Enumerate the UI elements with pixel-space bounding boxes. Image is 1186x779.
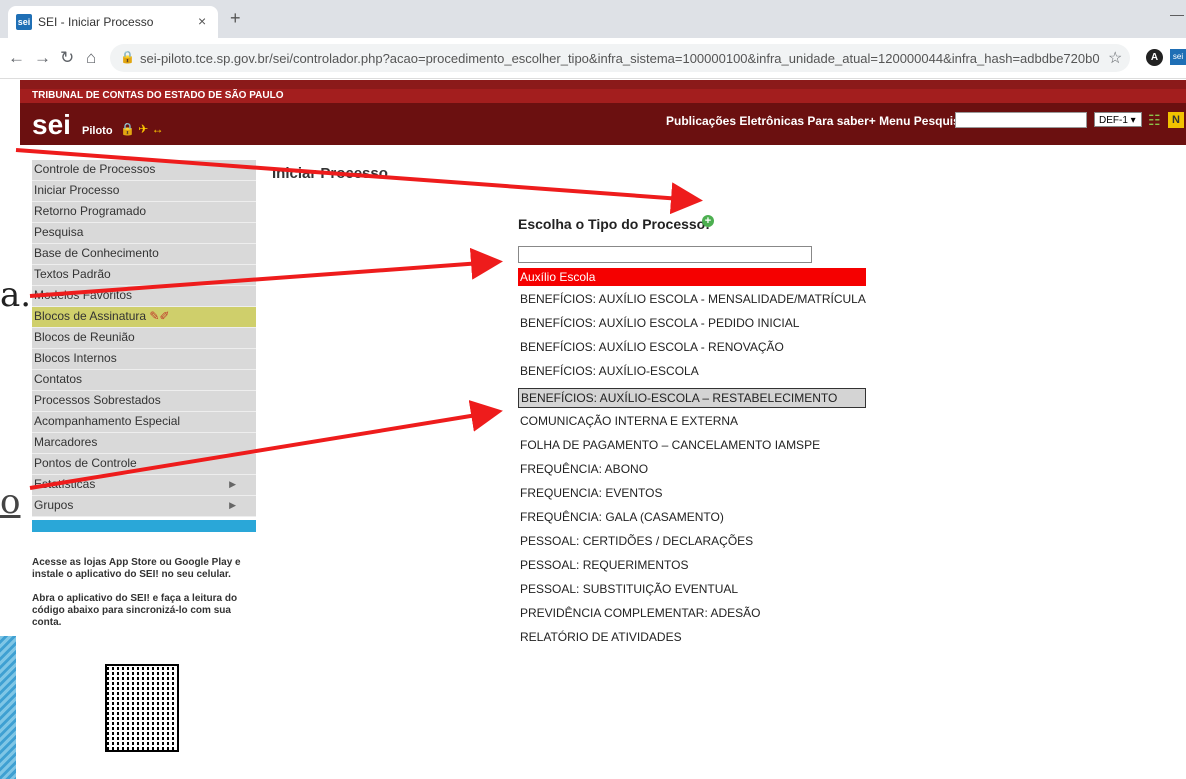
process-type-option[interactable]: BENEFÍCIOS: AUXÍLIO ESCOLA - PEDIDO INIC…	[518, 316, 866, 330]
page-title: Iniciar Processo	[272, 165, 388, 182]
sidebar-item[interactable]: Pontos de Controle	[32, 454, 256, 475]
sidebar-item-label: Processos Sobrestados	[34, 393, 161, 407]
sidebar-item-label: Base de Conhecimento	[34, 246, 159, 260]
sidebar-item[interactable]: Iniciar Processo	[32, 181, 256, 202]
app-message-1: Acesse as lojas App Store ou Google Play…	[32, 557, 241, 580]
sidebar-item[interactable]: Marcadores	[32, 433, 256, 454]
browser-tab[interactable]: sei SEI - Iniciar Processo ×	[8, 6, 218, 38]
sidebar-item-label: Blocos de Reunião	[34, 330, 135, 344]
process-type-option[interactable]: BENEFÍCIOS: AUXÍLIO ESCOLA - RENOVAÇÃO	[518, 340, 866, 354]
url-field[interactable]: 🔒 sei-piloto.tce.sp.gov.br/sei/controlad…	[110, 44, 1130, 72]
sidebar-item-label: Modelos Favoritos	[34, 288, 133, 302]
reload-icon[interactable]: ↻	[60, 48, 74, 68]
sidebar-item[interactable]: Retorno Programado	[32, 202, 256, 223]
app-message-2: Abra o aplicativo do SEI! e faça a leitu…	[32, 593, 238, 628]
process-type-list: Auxílio Escola BENEFÍCIOS: AUXÍLIO ESCOLA…	[518, 268, 866, 654]
process-type-option[interactable]: FOLHA DE PAGAMENTO – CANCELAMENTO IAMSPE	[518, 438, 866, 452]
extension-icon[interactable]: A	[1146, 49, 1163, 66]
sidebar-menu: Controle de Processos Iniciar Processo Ret…	[32, 160, 256, 517]
header-links[interactable]: Publicações Eletrônicas Para saber+ Menu…	[666, 114, 966, 128]
sidebar-item-label: Controle de Processos	[34, 162, 156, 176]
grid-menu-icon[interactable]: ☷	[1148, 112, 1164, 128]
sidebar-item[interactable]: Grupos ▶	[32, 496, 256, 517]
sidebar-item-label: Pontos de Controle	[34, 456, 137, 470]
sidebar-item-label: Retorno Programado	[34, 204, 147, 218]
sidebar-item-label: Textos Padrão	[34, 267, 111, 281]
process-type-option[interactable]: FREQUÊNCIA: GALA (CASAMENTO)	[518, 510, 866, 524]
sidebar-item-label: Blocos de Assinatura	[34, 309, 147, 323]
sidebar-item[interactable]: Processos Sobrestados	[32, 391, 256, 412]
process-type-option[interactable]: BENEFÍCIOS: AUXÍLIO-ESCOLA	[518, 364, 866, 378]
process-type-option[interactable]: BENEFÍCIOS: AUXÍLIO-ESCOLA – RESTABELECI…	[518, 388, 866, 408]
sidebar-item[interactable]: Controle de Processos	[32, 160, 256, 181]
court-name: TRIBUNAL DE CONTAS DO ESTADO DE SÃO PAUL…	[32, 90, 284, 101]
sei-favicon-icon: sei	[16, 14, 32, 30]
sidebar-item-label: Grupos	[34, 498, 74, 512]
bookmark-star-icon[interactable]: ☆	[1108, 48, 1122, 68]
sei-extension-icon[interactable]: sei	[1170, 49, 1186, 65]
close-tab-icon[interactable]: ×	[198, 13, 206, 29]
notes-icon[interactable]: N	[1168, 112, 1184, 128]
back-icon[interactable]: ←	[8, 48, 25, 68]
slide-decoration	[0, 636, 16, 779]
environment-label: Piloto	[82, 125, 113, 137]
header-search-input[interactable]	[955, 112, 1087, 128]
process-type-option[interactable]: COMUNICAÇÃO INTERNA E EXTERNA	[518, 414, 866, 428]
qr-code-icon	[105, 664, 179, 752]
lock-icon: 🔒	[120, 50, 135, 64]
sidebar-item-label: Blocos Internos	[34, 351, 117, 365]
process-type-option[interactable]: FREQUENCIA: EVENTOS	[518, 486, 866, 500]
app-message: Acesse as lojas App Store ou Google Play…	[32, 557, 256, 641]
process-type-option[interactable]: BENEFÍCIOS: AUXÍLIO ESCOLA - MENSALIDADE…	[518, 292, 866, 306]
sidebar-item[interactable]: Acompanhamento Especial	[32, 412, 256, 433]
tab-title: SEI - Iniciar Processo	[38, 15, 154, 29]
sidebar-item-label: Pesquisa	[34, 225, 84, 239]
process-type-option[interactable]: PREVIDÊNCIA COMPLEMENTAR: ADESÃO	[518, 606, 866, 620]
add-type-icon[interactable]: +	[702, 215, 714, 227]
home-icon[interactable]: ⌂	[86, 48, 96, 68]
header-strip	[20, 80, 1186, 89]
new-tab-button[interactable]: +	[230, 8, 241, 29]
sidebar-item-label: Estatísticas	[34, 477, 96, 491]
choose-type-label: Escolha o Tipo do Processo:	[518, 216, 710, 232]
minimize-icon[interactable]: —	[1170, 6, 1184, 22]
sidebar-item[interactable]: Textos Padrão	[32, 265, 256, 286]
unit-select[interactable]: DEF-1 ▾	[1094, 112, 1142, 127]
sidebar-item-label: Contatos	[34, 372, 83, 386]
process-type-option[interactable]: RELATÓRIO DE ATIVIDADES	[518, 630, 866, 644]
sei-header: sei Piloto 🔒 ✈ ↔ Publicações Eletrônicas…	[20, 103, 1186, 145]
sidebar-divider	[32, 520, 256, 532]
forward-icon[interactable]: →	[34, 48, 51, 68]
process-type-option[interactable]: PESSOAL: REQUERIMENTOS	[518, 558, 866, 572]
sidebar-item[interactable]: Modelos Favoritos	[32, 286, 256, 307]
sidebar-item-label: Iniciar Processo	[34, 183, 120, 197]
slide-text-fragment-a: a.	[0, 275, 32, 315]
process-type-option[interactable]: FREQUÊNCIA: ABONO	[518, 462, 866, 476]
slide-text-fragment-o: o	[0, 482, 21, 522]
process-type-option[interactable]: PESSOAL: SUBSTITUIÇÃO EVENTUAL	[518, 582, 866, 596]
sidebar-item[interactable]: Estatísticas ▶	[32, 475, 256, 496]
court-bar: TRIBUNAL DE CONTAS DO ESTADO DE SÃO PAUL…	[20, 89, 1186, 103]
sidebar-item-label: Marcadores	[34, 435, 98, 449]
submenu-arrow-icon: ▶	[229, 500, 236, 510]
sidebar-item[interactable]: Blocos Internos	[32, 349, 256, 370]
url-text: sei-piloto.tce.sp.gov.br/sei/controlador…	[140, 51, 1100, 66]
sidebar-item[interactable]: Blocos de Reunião	[32, 328, 256, 349]
pen-icon[interactable]: ✎✐	[146, 309, 169, 323]
environment-icons: 🔒 ✈ ↔	[120, 122, 164, 136]
submenu-arrow-icon: ▶	[229, 479, 236, 489]
sidebar-item[interactable]: Pesquisa	[32, 223, 256, 244]
process-type-option[interactable]: Auxílio Escola	[518, 268, 866, 286]
sidebar-item[interactable]: Contatos	[32, 370, 256, 391]
type-filter-input[interactable]	[518, 246, 812, 263]
sidebar-item-label: Acompanhamento Especial	[34, 414, 181, 428]
sidebar-item[interactable]: Base de Conhecimento	[32, 244, 256, 265]
process-type-option[interactable]: PESSOAL: CERTIDÕES / DECLARAÇÕES	[518, 534, 866, 548]
sei-logo[interactable]: sei	[32, 109, 71, 141]
sidebar-item[interactable]: Blocos de Assinatura ✎✐	[32, 307, 256, 328]
